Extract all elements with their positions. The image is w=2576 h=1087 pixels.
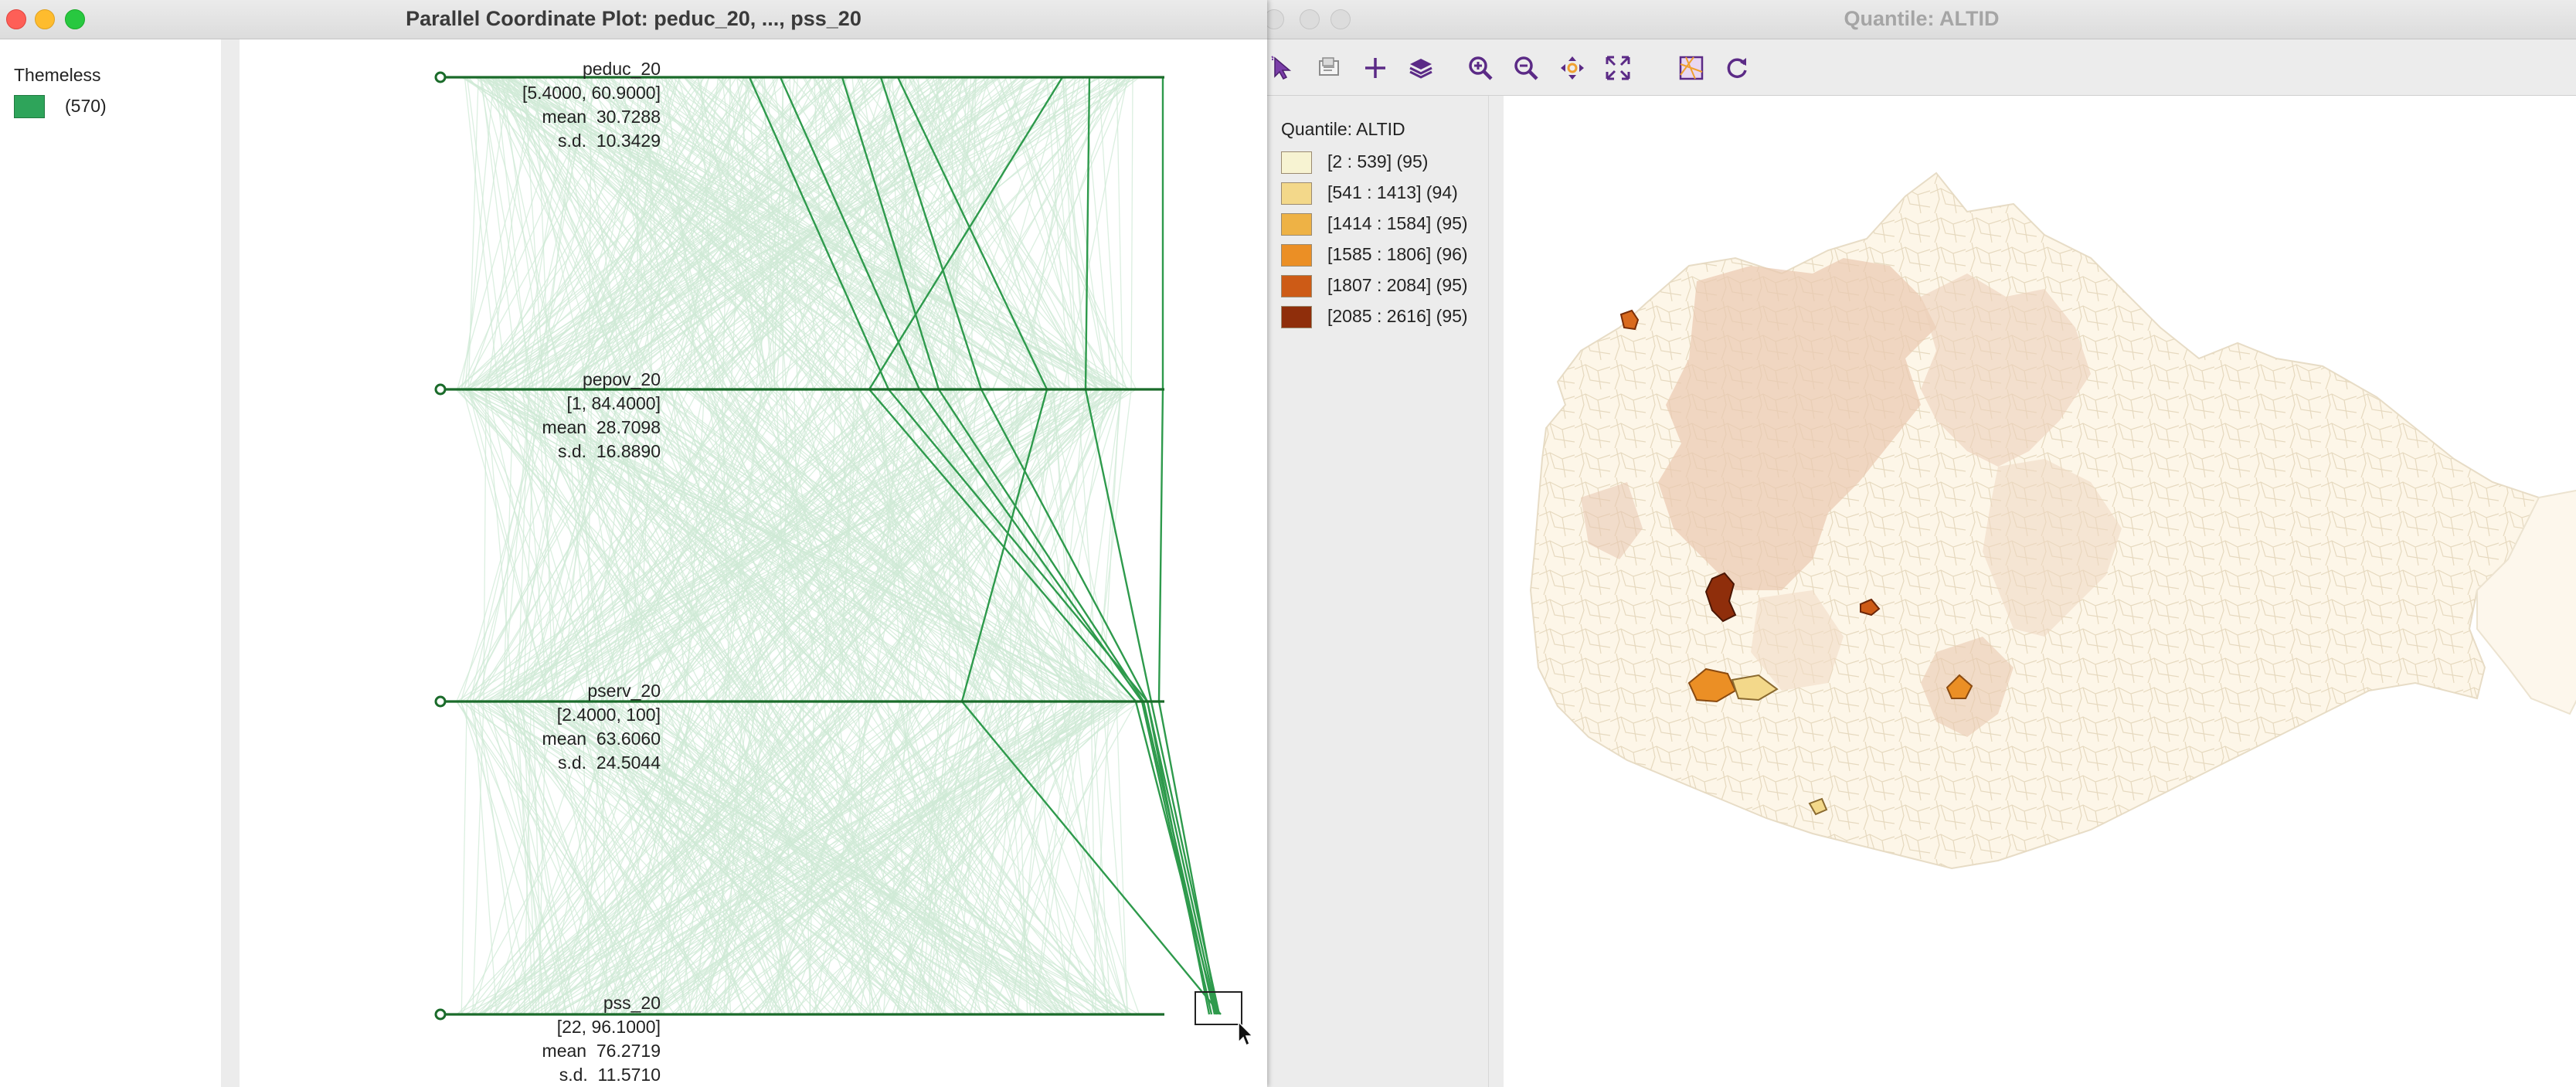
legend-swatch[interactable]: [14, 95, 45, 118]
legend-label: [2 : 539] (95): [1327, 151, 1429, 172]
map-splitter[interactable]: [1488, 96, 1504, 1087]
axis-range: [5.4000, 60.9000]: [522, 83, 661, 103]
background-lines: [455, 76, 1141, 1015]
map-window: Quantile: ALTID Quantile: ALTID [2: 539…: [1267, 0, 2576, 1087]
axis-handle[interactable]: [434, 695, 447, 708]
map-titlebar: Quantile: ALTID: [1267, 0, 2576, 39]
axis-mean: mean 28.7098: [542, 417, 661, 437]
choropleth-map[interactable]: [1504, 96, 2576, 1087]
pcp-titlebar: Parallel Coordinate Plot: peduc_20, ...,…: [0, 0, 1267, 39]
axis-mean: mean 63.6060: [542, 729, 661, 749]
axis-name: pss_20: [603, 993, 661, 1013]
full-extent-icon[interactable]: [1603, 53, 1633, 83]
legend-swatch: [1281, 306, 1312, 328]
pcp-canvas[interactable]: peduc_20 [5.4000, 60.9000] mean 30.7288 …: [240, 39, 1267, 1087]
axis-handle[interactable]: [434, 383, 447, 396]
axis-sd: s.d. 24.5044: [558, 752, 661, 773]
axis-handle[interactable]: [434, 1008, 447, 1021]
pcp-splitter[interactable]: [221, 39, 240, 1087]
axis-sd: s.d. 16.8890: [558, 441, 661, 461]
axis-handle[interactable]: [434, 71, 447, 83]
axis-name: pserv_20: [587, 681, 661, 701]
legend-count: (570): [65, 96, 107, 116]
zoom-in-icon[interactable]: [1466, 53, 1495, 83]
legend-label: [1414 : 1584] (95): [1327, 213, 1468, 233]
zoom-out-icon[interactable]: [1511, 53, 1541, 83]
axis-sd: s.d. 10.3429: [558, 131, 661, 151]
select-tool-icon[interactable]: [1269, 53, 1298, 83]
legend-swatch: [1281, 275, 1312, 297]
select-by-map-icon[interactable]: [1315, 53, 1344, 83]
pcp-window: Parallel Coordinate Plot: peduc_20, ...,…: [0, 0, 1267, 1087]
axis-name: pepov_20: [582, 369, 661, 389]
pcp-plot[interactable]: [240, 39, 1267, 1087]
axis-mean: mean 30.7288: [542, 107, 661, 127]
map-toolbar: [1267, 39, 2576, 96]
map-canvas[interactable]: [1504, 96, 2576, 1087]
axis-range: [22, 96.1000]: [556, 1017, 661, 1037]
legend-title: Themeless: [14, 65, 101, 85]
legend-swatch: [1281, 213, 1312, 236]
mouse-cursor-icon: [1238, 1021, 1254, 1047]
legend-label: [1585 : 1806] (96): [1327, 244, 1468, 264]
legend-swatch: [1281, 244, 1312, 267]
refresh-icon[interactable]: [1722, 53, 1752, 83]
legend-swatch: [1281, 151, 1312, 174]
legend-swatch: [1281, 182, 1312, 205]
axis-name: peduc_20: [582, 59, 661, 79]
map-legend-title: Quantile: ALTID: [1281, 119, 1405, 139]
add-layer-icon[interactable]: [1361, 53, 1390, 83]
axis-range: [2.4000, 100]: [556, 705, 661, 725]
legend-label: [1807 : 2084] (95): [1327, 275, 1468, 295]
legend-label: [541 : 1413] (94): [1327, 182, 1458, 202]
legend-label: [2085 : 2616] (95): [1327, 306, 1468, 326]
map-window-title: Quantile: ALTID: [1844, 7, 2000, 30]
map-legend-panel: Quantile: ALTID [2 : 539] (95) [541 : 14…: [1267, 96, 1488, 1087]
axis-range: [1, 84.4000]: [566, 393, 661, 413]
basemap-icon[interactable]: [1677, 53, 1706, 83]
axis-sd: s.d. 11.5710: [559, 1065, 661, 1085]
pcp-legend-panel: Themeless (570): [0, 39, 221, 1087]
axis-mean: mean 76.2719: [542, 1041, 661, 1061]
layers-icon[interactable]: [1406, 53, 1436, 83]
pcp-window-title: Parallel Coordinate Plot: peduc_20, ...,…: [406, 7, 861, 30]
pan-icon[interactable]: [1558, 53, 1587, 83]
